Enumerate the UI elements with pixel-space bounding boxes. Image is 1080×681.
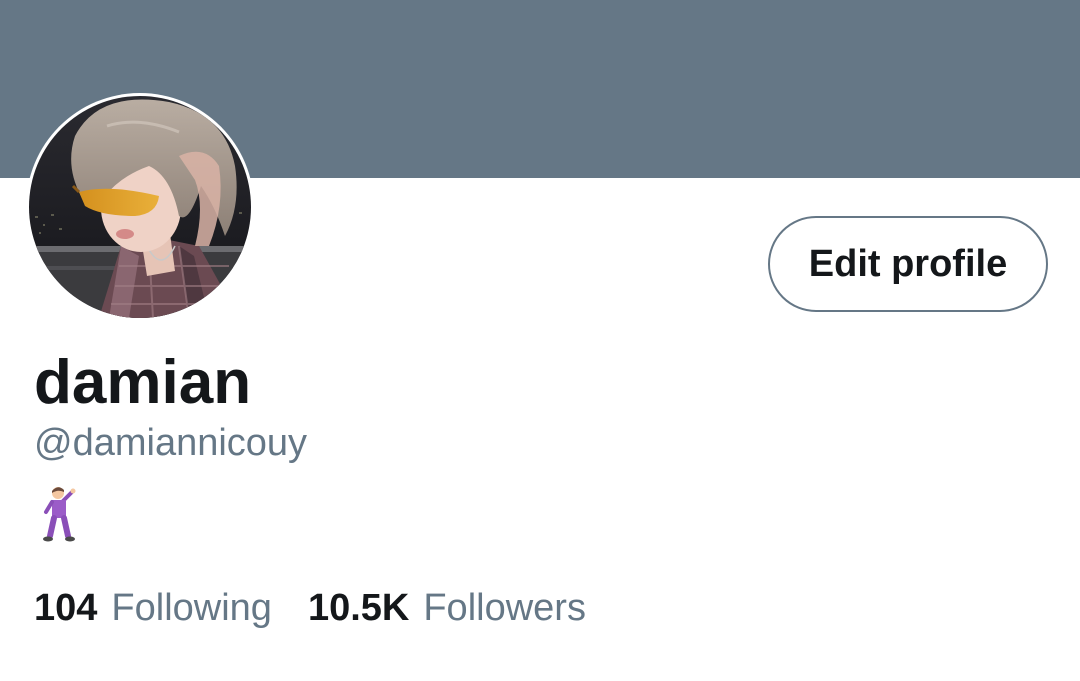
profile-handle: @damiannicouy xyxy=(34,422,308,464)
profile-header: Edit profile damian @damiannicouy 104 Fo… xyxy=(0,0,1080,681)
profile-stats: 104 Following 10.5K Followers xyxy=(34,584,586,632)
following-count: 104 xyxy=(34,587,98,629)
man-dancing-emoji-icon xyxy=(36,484,86,544)
followers-label: Followers xyxy=(423,587,586,629)
following-label: Following xyxy=(111,587,272,629)
profile-display-name: damian xyxy=(34,348,252,417)
followers-stat[interactable]: 10.5K Followers xyxy=(308,584,586,632)
followers-count: 10.5K xyxy=(307,587,410,629)
avatar-image xyxy=(29,96,251,318)
avatar[interactable] xyxy=(29,96,251,318)
following-stat[interactable]: 104 Following xyxy=(34,584,272,632)
edit-profile-button[interactable]: Edit profile xyxy=(768,216,1048,312)
